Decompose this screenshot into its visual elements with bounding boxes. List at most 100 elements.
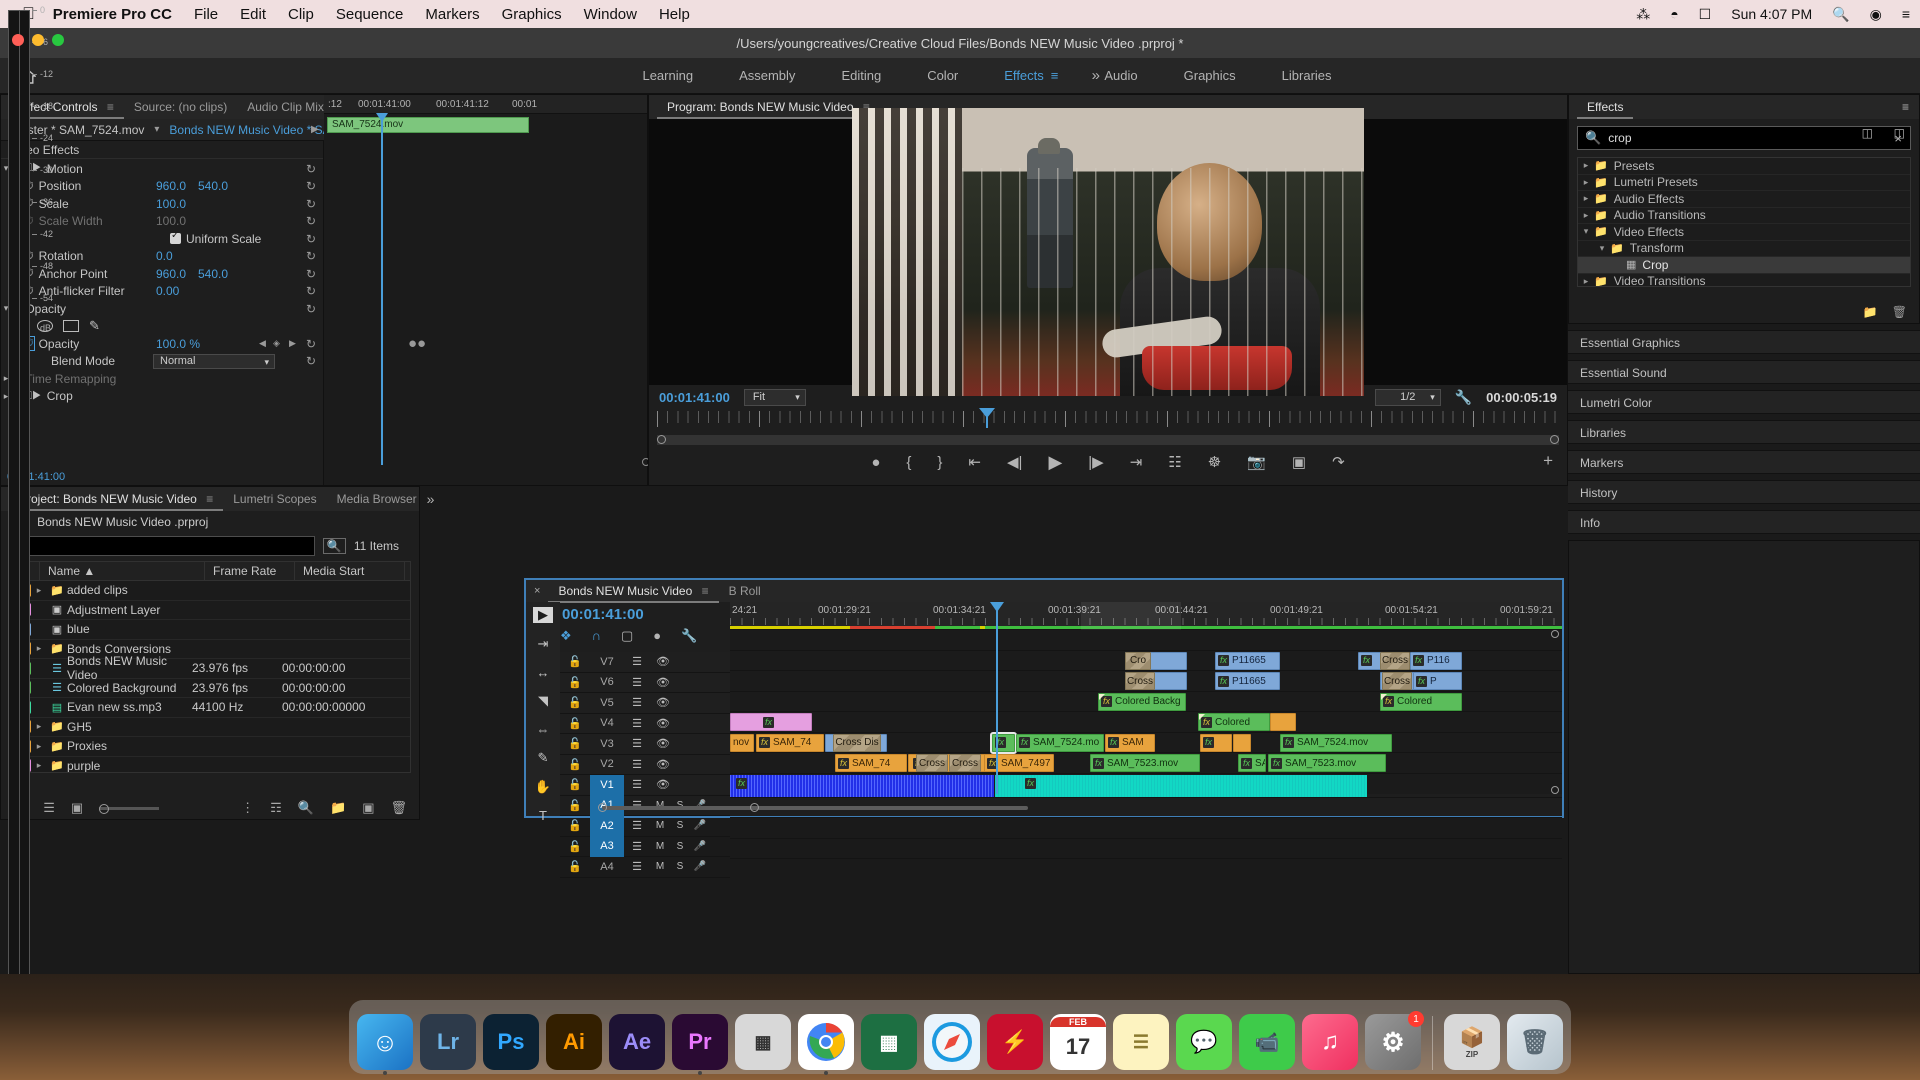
property-anchor-point-x[interactable]: 960.0 xyxy=(156,267,186,281)
razor-tool[interactable]: ◥ xyxy=(538,693,548,709)
track-header-v1[interactable]: 🔓 V1 ☰ 👁 xyxy=(560,775,730,796)
play-icon[interactable]: ▶ xyxy=(1048,452,1062,473)
timeline-track-v4[interactable]: fxColored Backg fxColored xyxy=(730,692,1562,713)
track-output-eye-icon[interactable]: 👁 xyxy=(650,778,676,791)
track-name-v6[interactable]: V6 xyxy=(590,676,624,688)
track-output-eye-icon[interactable]: 👁 xyxy=(650,758,676,771)
step-forward-icon[interactable]: |▶ xyxy=(1088,453,1103,471)
new-bin-icon[interactable]: 📁 xyxy=(330,800,346,816)
effect-controls-ruler[interactable]: :12 00:01:41:00 00:01:41:12 00:01 xyxy=(324,95,647,114)
dock-icon-chrome[interactable] xyxy=(798,1014,854,1070)
twirl-down-icon[interactable]: ▾ xyxy=(1578,226,1594,237)
workspace-overflow-icon[interactable]: » xyxy=(1092,67,1100,84)
menu-file[interactable]: File xyxy=(194,6,218,23)
collapsed-panel-lumetri-color[interactable]: Lumetri Color xyxy=(1568,390,1920,414)
timeline-track-v1[interactable]: fxSAM_74 fx Cross Cross fxSAM_7497 fxSAM… xyxy=(730,753,1562,774)
property-scale-value[interactable]: 100.0 xyxy=(156,197,186,211)
mark-out-icon[interactable]: } xyxy=(937,454,942,471)
accelerated-effect-icon[interactable]: ◫ xyxy=(1862,126,1873,140)
app-name-menu[interactable]: Premiere Pro CC xyxy=(53,6,172,23)
project-row-evan-new-ss-mp3[interactable]: ▤ Evan new ss.mp3 44100 Hz 00:00:00:0000… xyxy=(10,698,410,718)
sync-lock-icon[interactable]: ☰ xyxy=(624,819,650,832)
timeline-audio-clip[interactable]: fx xyxy=(730,775,994,797)
collapsed-panel-libraries[interactable]: Libraries xyxy=(1568,420,1920,444)
add-marker-icon[interactable]: ● xyxy=(871,454,880,471)
timeline-transition[interactable]: Cross Dis xyxy=(833,734,881,752)
menu-markers[interactable]: Markers xyxy=(425,6,479,23)
timeline-clip[interactable] xyxy=(1233,734,1251,752)
track-name-a3[interactable]: A3 xyxy=(590,836,624,857)
track-name-a2[interactable]: A2 xyxy=(590,816,624,837)
dock-icon-facetime[interactable]: 📹 xyxy=(1239,1014,1295,1070)
workspace-tab-effects[interactable]: Effects ≡ xyxy=(1004,68,1058,83)
column-header-media-start[interactable]: Media Start xyxy=(295,562,405,580)
lock-icon[interactable]: 🔓 xyxy=(560,737,590,750)
tab-media-browser[interactable]: Media Browser xyxy=(327,487,427,511)
export-icon[interactable]: ↷ xyxy=(1332,453,1345,471)
sync-lock-icon[interactable]: ☰ xyxy=(624,676,650,689)
panel-menu-icon[interactable]: ≡ xyxy=(1902,100,1909,114)
workspace-tab-learning[interactable]: Learning xyxy=(642,68,693,83)
dock-icon-calculator[interactable]: ▦ xyxy=(735,1014,791,1070)
collapsed-panel-essential-sound[interactable]: Essential Sound xyxy=(1568,360,1920,384)
slip-tool[interactable]: ⇔ xyxy=(537,722,550,737)
dock-icon-after-effects[interactable]: Ae xyxy=(609,1014,665,1070)
collapsed-panel-essential-graphics[interactable]: Essential Graphics xyxy=(1568,330,1920,354)
track-header-a2[interactable]: 🔓 A2 ☰ M S 🎤 xyxy=(560,816,730,837)
lock-icon[interactable]: 🔓 xyxy=(560,819,590,832)
snap-icon[interactable]: ∩ xyxy=(592,628,601,644)
property-position-x[interactable]: 960.0 xyxy=(156,179,186,193)
mark-in-icon[interactable]: { xyxy=(906,454,911,471)
program-monitor-ruler[interactable] xyxy=(649,411,1567,433)
tab-sequence-bonds[interactable]: Bonds NEW Music Video ≡ xyxy=(548,579,718,603)
panel-menu-icon[interactable]: ≡ xyxy=(107,95,114,119)
reset-scale-icon[interactable]: ↻ xyxy=(306,197,316,211)
lift-icon[interactable]: ☷ xyxy=(1168,453,1181,471)
voice-record-icon[interactable]: 🎤 xyxy=(690,861,710,872)
property-rotation-value[interactable]: 0.0 xyxy=(156,249,173,263)
sync-lock-icon[interactable]: ☰ xyxy=(624,717,650,730)
reset-anti-flicker-icon[interactable]: ↻ xyxy=(306,284,316,298)
timeline-playhead[interactable] xyxy=(996,602,998,794)
effects-tree-item-transform[interactable]: ▾ 📁 Transform xyxy=(1578,241,1910,258)
sync-lock-icon[interactable]: ☰ xyxy=(624,778,650,791)
sync-lock-icon[interactable]: ☰ xyxy=(624,758,650,771)
extract-icon[interactable]: ☸ xyxy=(1208,453,1221,471)
mute-track-button[interactable]: M xyxy=(650,820,670,831)
property-position-y[interactable]: 540.0 xyxy=(198,179,228,193)
sync-lock-icon[interactable]: ☰ xyxy=(624,860,650,873)
menu-window[interactable]: Window xyxy=(584,6,637,23)
sync-lock-icon[interactable]: ☰ xyxy=(624,840,650,853)
reset-opacity-value-icon[interactable]: ↻ xyxy=(306,337,316,351)
settings-wrench-icon[interactable]: 🔧 xyxy=(1455,389,1472,406)
timeline-clip[interactable]: fxSAM_7523.mov xyxy=(1268,754,1386,772)
mute-track-button[interactable]: M xyxy=(650,841,670,852)
twirl-right-icon[interactable]: ▸ xyxy=(1578,193,1594,204)
tab-sequence-broll[interactable]: B Roll xyxy=(719,579,771,603)
solo-track-button[interactable]: S xyxy=(670,820,690,831)
column-header-frame-rate[interactable]: Frame Rate xyxy=(205,562,295,580)
collapsed-panel-markers[interactable]: Markers xyxy=(1568,450,1920,474)
add-keyframe-icon[interactable]: ◈ xyxy=(273,338,280,349)
lock-icon[interactable]: 🔓 xyxy=(560,655,590,668)
zoom-level-select[interactable]: Fit ▾ xyxy=(744,389,806,406)
timeline-track-v6[interactable]: fx Cro fxP11665 fx Cross fxP116 xyxy=(730,651,1562,672)
comparison-view-icon[interactable]: ▣ xyxy=(1292,453,1306,471)
track-header-v3[interactable]: 🔓 V3 ☰ 👁 xyxy=(560,734,730,755)
track-select-forward-tool[interactable]: ⇥ xyxy=(538,636,549,652)
timeline-track-v5[interactable]: Cross fxP11665 Cross fxP xyxy=(730,671,1562,692)
track-header-v5[interactable]: 🔓 V5 ☰ 👁 xyxy=(560,693,730,714)
maximize-window-button[interactable] xyxy=(52,34,64,46)
reset-motion-icon[interactable]: ↻ xyxy=(306,162,316,176)
delete-icon[interactable]: 🗑 xyxy=(390,800,407,816)
menu-clip[interactable]: Clip xyxy=(288,6,314,23)
blend-mode-select[interactable]: Normal ▾ xyxy=(153,354,275,369)
timeline-clip[interactable]: fxColored Backg xyxy=(1098,693,1186,711)
track-name-v1[interactable]: V1 xyxy=(590,775,624,796)
new-item-icon[interactable]: ▣ xyxy=(362,800,374,816)
wifi-icon[interactable]: ◓ xyxy=(1670,6,1678,22)
lock-icon[interactable]: 🔓 xyxy=(560,717,590,730)
sync-lock-icon[interactable]: ☰ xyxy=(624,655,650,668)
track-output-eye-icon[interactable]: 👁 xyxy=(650,737,676,750)
marker-overlay-icon[interactable]: ▢ xyxy=(621,628,633,644)
